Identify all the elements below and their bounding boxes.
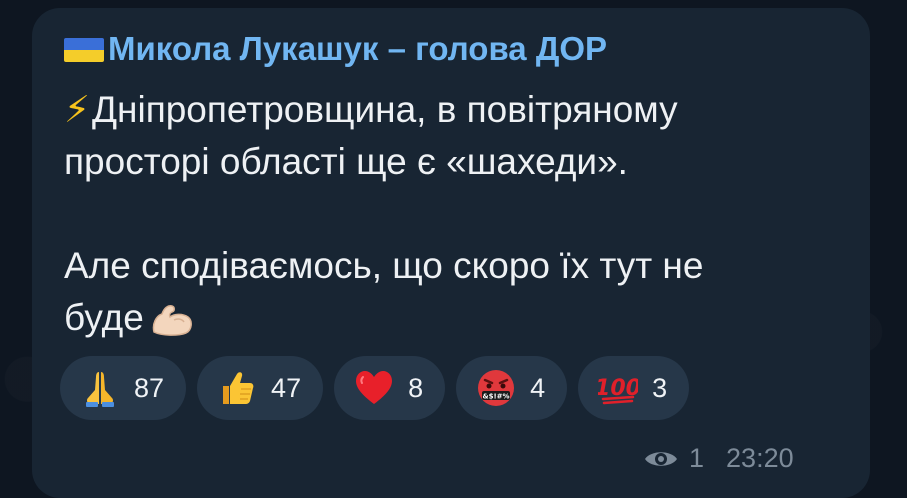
folded-hands-icon: [80, 368, 120, 408]
red-heart-icon: [354, 368, 394, 408]
message-line-3: Але сподіваємось, що скоро їх тут не: [64, 245, 704, 286]
message-text: ⚡Дніпропетровщина, в повітряному простор…: [64, 84, 854, 344]
reaction-count: 8: [408, 372, 424, 403]
message-time: 23:20: [726, 443, 794, 473]
reaction-red-heart[interactable]: 8: [334, 356, 446, 420]
cursing-face-icon: &$!#%: [476, 368, 516, 408]
svg-text:&$!#%: &$!#%: [483, 393, 510, 401]
reaction-count: 47: [271, 372, 302, 403]
thumbs-up-icon: [217, 368, 257, 408]
ukraine-flag-icon: [64, 38, 104, 62]
sender-name-text: Микола Лукашук – голова ДОР: [108, 30, 608, 67]
message-meta: 1 23:20: [643, 443, 794, 474]
message-bubble[interactable]: Микола Лукашук – голова ДОР ⚡Дніпропетро…: [32, 8, 870, 498]
sender-name[interactable]: Микола Лукашук – голова ДОР: [64, 30, 607, 68]
reactions-bar: 87 47 8 &$!#% 4 00 3: [60, 356, 690, 420]
reaction-cursing-face[interactable]: &$!#% 4: [456, 356, 568, 420]
message-line-2: просторі області ще є «шахеди».: [64, 141, 628, 182]
message-line-4: буде: [64, 297, 144, 338]
reaction-thumbs-up[interactable]: 47: [197, 356, 324, 420]
reaction-count: 3: [652, 372, 668, 403]
reaction-folded-hands[interactable]: 87: [60, 356, 187, 420]
reaction-count: 87: [134, 372, 165, 403]
reaction-hundred-points[interactable]: 100 3: [578, 356, 690, 420]
lightning-icon: ⚡: [64, 89, 90, 130]
reaction-count: 4: [530, 372, 546, 403]
views-count: 1: [689, 443, 705, 473]
hundred-points-icon: 100: [598, 368, 638, 408]
message-line-1: Дніпропетровщина, в повітряному: [91, 89, 678, 130]
flexed-biceps-icon: [152, 305, 192, 336]
eye-icon: [645, 451, 677, 466]
